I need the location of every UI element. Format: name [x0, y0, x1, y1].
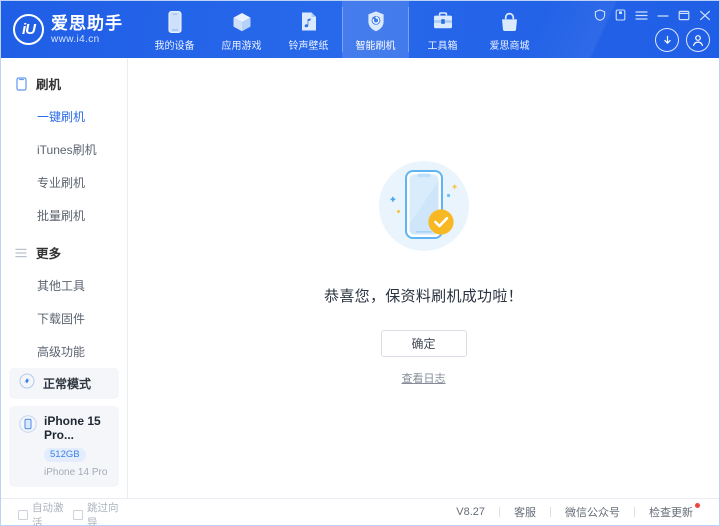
- sidebar-item-one-key-flash[interactable]: 一键刷机: [1, 100, 127, 133]
- app-logo[interactable]: iU 爱思助手 www.i4.cn: [1, 1, 141, 58]
- logo-url: www.i4.cn: [51, 33, 100, 45]
- device-name: iPhone 15 Pro...: [44, 414, 101, 443]
- device-mode-card[interactable]: 正常模式: [9, 368, 119, 399]
- checkbox-auto-activate[interactable]: 自动激活: [18, 500, 64, 526]
- window-controls: [594, 7, 711, 23]
- sidebar-group-flash[interactable]: 刷机: [1, 67, 127, 100]
- check-update-link[interactable]: 检查更新: [635, 503, 707, 520]
- confirm-button[interactable]: 确定: [380, 329, 467, 357]
- menu-icon[interactable]: [635, 10, 648, 21]
- sidebar-item-itunes-flash[interactable]: iTunes刷机: [1, 133, 127, 166]
- sidebar-nav: 刷机 一键刷机 iTunes刷机 专业刷机 批量刷机 更多 其他工具 下载固件 …: [1, 58, 127, 368]
- device-icon[interactable]: [615, 9, 626, 21]
- sidebar: 刷机 一键刷机 iTunes刷机 专业刷机 批量刷机 更多 其他工具 下载固件 …: [1, 58, 128, 526]
- sidebar-device-area: 正常模式 iPhone 15 Pro... 512GB iPhone 14 Pr…: [1, 368, 127, 526]
- checkbox-skip-wizard[interactable]: 跳过向导: [73, 500, 119, 526]
- device-options: 自动激活 跳过向导: [9, 487, 119, 526]
- nav-label: 爱思商城: [489, 40, 530, 52]
- shield-icon[interactable]: [594, 9, 606, 21]
- download-icon[interactable]: [655, 28, 679, 52]
- checkbox-box[interactable]: [18, 510, 28, 521]
- sidebar-item-advanced[interactable]: 高级功能: [1, 335, 127, 368]
- close-icon[interactable]: [699, 10, 711, 21]
- sidebar-group-more[interactable]: 更多: [1, 236, 127, 269]
- success-message: 恭喜您，保资料刷机成功啦！: [324, 287, 523, 305]
- sidebar-group-title: 刷机: [36, 78, 62, 92]
- app-window: iU 爱思助手 www.i4.cn 我的设备 应用游戏 铃声壁纸 智能刷机 工具…: [0, 0, 720, 526]
- mode-icon: [19, 373, 35, 394]
- nav-label: 我的设备: [154, 40, 195, 52]
- account-icon[interactable]: [686, 28, 710, 52]
- device-model: iPhone 14 Pro: [44, 467, 108, 479]
- logo-title: 爱思助手: [51, 13, 123, 33]
- nav-label: 工具箱: [427, 40, 458, 52]
- wechat-link[interactable]: 微信公众号: [551, 504, 634, 520]
- nav-item-apps-games[interactable]: 应用游戏: [208, 1, 275, 58]
- view-log-link[interactable]: 查看日志: [402, 370, 446, 386]
- nav-item-ringtone-wallpaper[interactable]: 铃声壁纸: [275, 1, 342, 58]
- update-badge-dot: [695, 503, 700, 508]
- checkbox-label: 跳过向导: [87, 502, 119, 526]
- account-actions: [655, 28, 710, 52]
- title-bar: iU 爱思助手 www.i4.cn 我的设备 应用游戏 铃声壁纸 智能刷机 工具…: [1, 1, 719, 58]
- sidebar-group-title: 更多: [36, 247, 62, 261]
- device-card[interactable]: iPhone 15 Pro... 512GB iPhone 14 Pro: [9, 406, 119, 488]
- main-nav: 我的设备 应用游戏 铃声壁纸 智能刷机 工具箱 爱思商城: [141, 1, 543, 58]
- window-controls-area: [591, 1, 719, 58]
- bag-icon: [499, 10, 520, 34]
- music-icon: [299, 10, 319, 34]
- checkbox-label: 自动激活: [32, 502, 64, 526]
- check-update-label: 检查更新: [649, 507, 693, 519]
- toolbox-icon: [432, 10, 454, 34]
- nav-item-my-device[interactable]: 我的设备: [141, 1, 208, 58]
- version-label: V8.27: [456, 506, 485, 518]
- nav-item-store[interactable]: 爱思商城: [476, 1, 543, 58]
- nav-label: 铃声壁纸: [288, 40, 329, 52]
- sidebar-item-batch-flash[interactable]: 批量刷机: [1, 199, 127, 232]
- phone-device-icon: [19, 414, 37, 478]
- maximize-icon[interactable]: [678, 10, 690, 21]
- logo-mark-icon: iU: [13, 14, 44, 45]
- phone-success-icon: [369, 153, 479, 263]
- checkbox-box[interactable]: [73, 510, 83, 521]
- app-body: 刷机 一键刷机 iTunes刷机 专业刷机 批量刷机 更多 其他工具 下载固件 …: [1, 58, 719, 526]
- nav-label: 智能刷机: [355, 40, 396, 52]
- phone-icon: [166, 10, 184, 34]
- logo-mark-text: iU: [22, 21, 36, 38]
- support-link[interactable]: 客服: [500, 504, 550, 520]
- device-capacity-badge: 512GB: [44, 447, 86, 462]
- phone-outline-icon: [14, 76, 28, 91]
- nav-label: 应用游戏: [221, 40, 262, 52]
- device-mode-label: 正常模式: [43, 377, 92, 391]
- main-content: 恭喜您，保资料刷机成功啦！ 确定 查看日志: [128, 58, 719, 498]
- nav-item-toolbox[interactable]: 工具箱: [409, 1, 476, 58]
- shield-refresh-icon: [366, 10, 386, 34]
- minimize-icon[interactable]: [657, 10, 669, 21]
- sidebar-item-download-firmware[interactable]: 下载固件: [1, 302, 127, 335]
- sidebar-item-pro-flash[interactable]: 专业刷机: [1, 166, 127, 199]
- cube-icon: [231, 10, 253, 34]
- sidebar-item-other-tools[interactable]: 其他工具: [1, 269, 127, 302]
- nav-item-smart-flash[interactable]: 智能刷机: [342, 1, 409, 58]
- list-icon: [14, 247, 28, 259]
